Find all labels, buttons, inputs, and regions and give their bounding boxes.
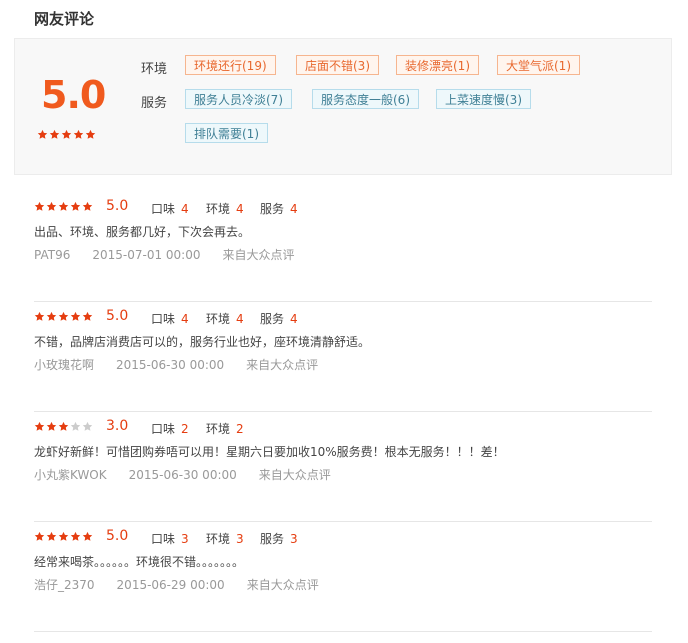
star-filled-icon — [37, 129, 48, 140]
review-metric-taste: 口味 4 — [151, 202, 189, 216]
star-filled-icon — [46, 531, 57, 542]
review-metric-service: 服务 4 — [260, 312, 298, 326]
review-meta: 小玫瑰花啊 2015-06-30 00:00 来自大众点评 — [34, 356, 340, 373]
page-title: 网友评论 — [34, 10, 95, 28]
review-meta: PAT96 2015-07-01 00:00 来自大众点评 — [34, 246, 317, 263]
review-user[interactable]: 浩仔_2370 — [34, 578, 95, 592]
star-filled-icon — [70, 311, 81, 322]
review-time: 2015-06-30 00:00 — [116, 358, 225, 372]
star-empty-icon — [70, 421, 81, 432]
star-filled-icon — [58, 311, 69, 322]
tag-service-1[interactable]: 服务人员冷淡(7) — [185, 89, 292, 109]
star-filled-icon — [58, 421, 69, 432]
star-filled-icon — [82, 531, 93, 542]
review-star-rating — [34, 421, 93, 432]
overall-score: 5.0 — [41, 73, 106, 117]
review-text: 出品、环境、服务都几好，下次会再去。 — [34, 225, 251, 239]
rating-summary: 5.0 环境 环境还行(19) 店面不错(3) 装修漂亮(1) 大堂气派(1) … — [14, 38, 672, 175]
review-star-rating — [34, 531, 93, 542]
star-filled-icon — [46, 201, 57, 212]
review-metric-service: 服务 3 — [260, 532, 298, 546]
review-metric-environment: 环境 4 — [206, 312, 244, 326]
star-filled-icon — [34, 201, 45, 212]
review-user[interactable]: 小玫瑰花啊 — [34, 358, 94, 372]
tag-service-4[interactable]: 排队需要(1) — [185, 123, 268, 143]
review-source: 来自大众点评 — [246, 358, 319, 372]
star-filled-icon — [73, 129, 84, 140]
star-filled-icon — [82, 311, 93, 322]
environment-label: 环境 — [141, 62, 168, 77]
star-filled-icon — [34, 531, 45, 542]
star-filled-icon — [34, 311, 45, 322]
star-filled-icon — [58, 531, 69, 542]
review-metric-taste: 口味 3 — [151, 532, 189, 546]
review-score: 5.0 — [106, 198, 129, 214]
tag-service-3[interactable]: 上菜速度慢(3) — [436, 89, 531, 109]
review-user[interactable]: PAT96 — [34, 248, 70, 262]
star-filled-icon — [58, 201, 69, 212]
tag-environment-2[interactable]: 店面不错(3) — [296, 55, 379, 75]
review-source: 来自大众点评 — [258, 468, 331, 482]
star-filled-icon — [61, 129, 72, 140]
review-item: 5.0 口味 4 环境 4 服务 4 不错，品牌店消费店可以的，服务行业也好，座环境清… — [34, 302, 652, 412]
review-metric-environment: 环境 3 — [206, 532, 244, 546]
star-filled-icon — [82, 201, 93, 212]
star-filled-icon — [46, 311, 57, 322]
review-user[interactable]: 小丸紫KWOK — [34, 468, 107, 482]
tag-service-2[interactable]: 服务态度一般(6) — [312, 89, 419, 109]
review-score: 5.0 — [106, 308, 129, 324]
review-time: 2015-06-30 00:00 — [128, 468, 237, 482]
review-time: 2015-07-01 00:00 — [92, 248, 201, 262]
review-item: 5.0 口味 4 环境 4 服务 4 出品、环境、服务都几好，下次会再去。 PAT96… — [34, 192, 652, 302]
review-time: 2015-06-29 00:00 — [116, 578, 225, 592]
tag-environment-1[interactable]: 环境还行(19) — [185, 55, 276, 75]
star-filled-icon — [70, 201, 81, 212]
star-empty-icon — [82, 421, 93, 432]
review-item: 5.0 口味 3 环境 3 服务 3 经常来喝茶。。。。。。环境很不错。。。。。。。 … — [34, 522, 652, 632]
review-metric-taste: 口味 2 — [151, 422, 189, 436]
star-filled-icon — [70, 531, 81, 542]
tag-environment-3[interactable]: 装修漂亮(1) — [396, 55, 479, 75]
review-metric-environment: 环境 2 — [206, 422, 244, 436]
review-metric-environment: 环境 4 — [206, 202, 244, 216]
star-filled-icon — [49, 129, 60, 140]
review-score: 5.0 — [106, 528, 129, 544]
review-meta: 浩仔_2370 2015-06-29 00:00 来自大众点评 — [34, 576, 341, 593]
tag-environment-4[interactable]: 大堂气派(1) — [497, 55, 580, 75]
star-filled-icon — [34, 421, 45, 432]
review-item: 3.0 口味 2 环境 2 龙虾好新鲜！可惜团购券唔可以用！星期六日要加收10%服务… — [34, 412, 652, 522]
review-meta: 小丸紫KWOK 2015-06-30 00:00 来自大众点评 — [34, 466, 353, 483]
review-score: 3.0 — [106, 418, 129, 434]
service-label: 服务 — [141, 96, 168, 111]
review-text: 龙虾好新鲜！可惜团购券唔可以用！星期六日要加收10%服务费！根本无服务！！！差！ — [34, 445, 505, 459]
review-text: 经常来喝茶。。。。。。环境很不错。。。。。。。 — [34, 555, 245, 569]
review-star-rating — [34, 311, 93, 322]
overall-star-rating — [37, 129, 96, 140]
review-metric-service: 服务 4 — [260, 202, 298, 216]
review-metric-taste: 口味 4 — [151, 312, 189, 326]
review-source: 来自大众点评 — [222, 248, 295, 262]
star-filled-icon — [85, 129, 96, 140]
review-source: 来自大众点评 — [246, 578, 319, 592]
review-text: 不错，品牌店消费店可以的，服务行业也好，座环境清静舒适。 — [34, 335, 371, 349]
review-star-rating — [34, 201, 93, 212]
star-filled-icon — [46, 421, 57, 432]
